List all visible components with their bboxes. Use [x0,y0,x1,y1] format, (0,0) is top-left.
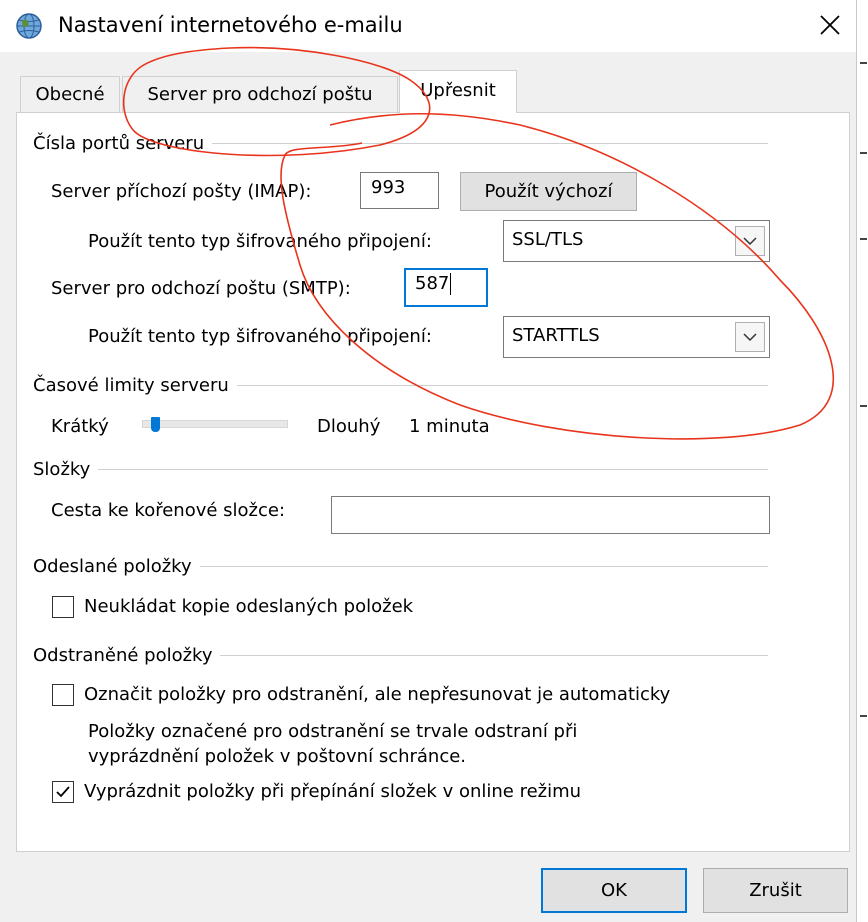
use-default-button[interactable]: Použít výchozí [460,172,637,211]
section-heading: Odstraněné položky [33,644,213,666]
section-server-ports: Čísla portů serveru [33,131,768,155]
tab-general[interactable]: Obecné [20,76,120,112]
background-window-edge [856,0,868,922]
encryption-select-incoming[interactable]: SSL/TLS [503,220,770,262]
root-folder-input[interactable] [331,496,770,534]
chevron-down-icon [743,333,757,342]
timeout-long-label: Dlouhý [317,416,381,437]
dropdown-button[interactable] [735,322,765,352]
dropdown-button[interactable] [735,226,765,256]
checkmark-icon [56,786,70,798]
deletion-note-line2: vyprázdnění položek v poštovní schránce. [88,746,467,767]
section-heading: Složky [33,458,91,480]
text-caret [450,273,452,295]
outgoing-port-value: 587 [415,273,450,294]
dont-save-sent-label[interactable]: Neukládat kopie odeslaných položek [84,595,413,619]
purge-on-switch-label[interactable]: Vyprázdnit položky při přepínání složek … [84,780,581,804]
encryption-select-outgoing[interactable]: STARTTLS [503,316,770,358]
incoming-port-input[interactable]: 993 [360,172,439,209]
title-bar: Nastavení internetového e-mailu [0,0,856,52]
deletion-note-line1: Položky označené pro odstranění se trval… [88,721,578,742]
outgoing-server-label: Server pro odchozí poštu (SMTP): [51,278,351,299]
dont-save-sent-checkbox[interactable] [52,596,74,618]
encryption-label-outgoing: Použít tento typ šifrovaného připojení: [88,326,432,347]
incoming-server-label: Server příchozí pošty (IMAP): [51,181,312,202]
section-sent-items: Odeslané položky [33,554,768,578]
outgoing-port-input[interactable]: 587 [404,268,488,307]
close-button[interactable] [805,2,855,48]
timeout-slider-thumb[interactable] [151,417,160,432]
timeout-value: 1 minuta [409,416,490,437]
window-title: Nastavení internetového e-mailu [58,13,403,37]
encryption-label-incoming: Použít tento typ šifrovaného připojení: [88,231,432,252]
chevron-down-icon [743,237,757,246]
ok-button[interactable]: OK [541,868,687,913]
section-heading: Časové limity serveru [33,374,229,396]
mark-for-deletion-label[interactable]: Označit položky pro odstranění, ale nepř… [84,683,670,707]
section-heading: Čísla portů serveru [33,132,205,154]
root-folder-label: Cesta ke kořenové složce: [51,500,286,521]
tab-outgoing-server[interactable]: Server pro odchozí poštu [122,76,398,112]
section-deleted-items: Odstraněné položky [33,643,768,667]
selected-value: STARTTLS [512,325,600,346]
purge-on-switch-checkbox[interactable] [52,781,74,803]
selected-value: SSL/TLS [512,229,584,250]
timeout-slider-track[interactable] [142,420,288,428]
section-folders: Složky [33,457,768,481]
cancel-button[interactable]: Zrušit [703,868,848,913]
section-server-timeouts: Časové limity serveru [33,373,768,397]
globe-mail-icon [16,13,42,39]
timeout-short-label: Krátký [51,416,109,437]
section-heading: Odeslané položky [33,555,192,577]
close-icon [820,15,840,35]
tab-advanced[interactable]: Upřesnit [399,70,517,113]
mark-for-deletion-checkbox[interactable] [52,684,74,706]
